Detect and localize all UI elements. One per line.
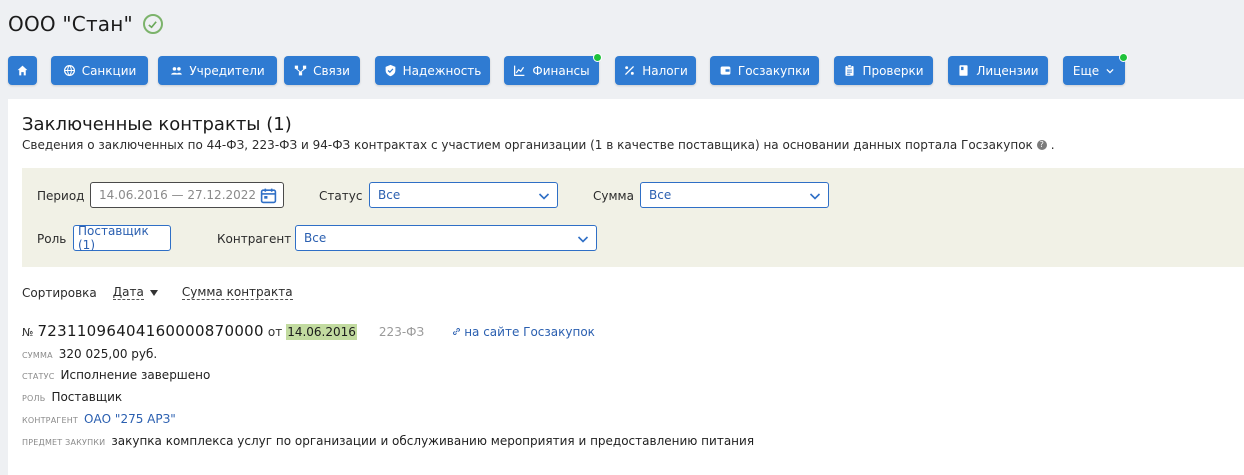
contract-header: № 72311096404160000870000 от 14.06.2016 …	[22, 322, 595, 340]
goszakupki-link[interactable]: на сайте Госзакупок	[452, 325, 595, 339]
nav-more-button[interactable]: Еще	[1063, 53, 1128, 85]
nav-founders-button[interactable]: Учредители	[158, 56, 277, 85]
role-chip[interactable]: Поставщик (1)	[73, 224, 171, 252]
nav-label: Надежность	[402, 63, 482, 78]
contract-sum: 320 025,00 руб.	[58, 347, 158, 361]
counterparty-select[interactable]: Все	[295, 225, 597, 251]
nav-links-button[interactable]: Связи	[284, 56, 360, 85]
status-label: Статус	[319, 189, 363, 203]
nav-label: Налоги	[642, 63, 688, 78]
nav-label: Еще	[1072, 63, 1100, 78]
network-icon	[294, 65, 307, 76]
period-date-range[interactable]: 14.06.2016 — 27.12.2022	[90, 182, 284, 208]
users-icon	[171, 67, 183, 75]
chevron-down-icon	[809, 193, 821, 200]
nav-label: Санкции	[81, 63, 137, 78]
nav-licenses-button[interactable]: Лицензии	[948, 56, 1048, 85]
contract-role: Поставщик	[51, 390, 123, 404]
date-prefix: от	[267, 325, 283, 339]
notification-dot	[1119, 53, 1128, 62]
nav-finance-button[interactable]: Финансы	[504, 53, 602, 85]
section-description: Сведения о заключенных по 44-ФЗ, 223-ФЗ …	[22, 138, 1055, 152]
nav-label: Связи	[313, 63, 350, 78]
contract-law: 223-ФЗ	[378, 325, 425, 339]
chevron-down-icon	[538, 193, 550, 200]
nav-label: Финансы	[532, 63, 590, 78]
nav-procurement-button[interactable]: Госзакупки	[710, 56, 819, 85]
percent-icon	[625, 65, 635, 76]
counterparty-label: Контрагент	[217, 232, 292, 246]
period-value: 14.06.2016 — 27.12.2022	[99, 188, 257, 202]
counterparty-row-label: контрагент	[22, 416, 79, 425]
nav-sanctions-button[interactable]: Санкции	[51, 56, 148, 85]
contract-role-row: роль Поставщик	[22, 390, 122, 404]
role-value: Поставщик (1)	[78, 224, 149, 252]
chevron-down-icon	[577, 236, 589, 243]
sort-label: Сортировка	[22, 285, 97, 300]
globe-icon	[63, 65, 75, 77]
contract-date: 14.06.2016	[286, 324, 357, 340]
help-icon[interactable]: ?	[1036, 140, 1047, 150]
sort-by-date[interactable]: Дата	[112, 285, 144, 300]
contract-subject: закупка комплекса услуг по организации и…	[111, 434, 755, 448]
document-icon	[959, 65, 968, 76]
contract-counterparty-row: контрагент ОАО "275 АРЗ"	[22, 412, 176, 426]
contract-item: № 72311096404160000870000 от 14.06.2016 …	[22, 322, 754, 448]
sum-value: Все	[649, 188, 672, 202]
page-title: Заключенные контракты (1)	[22, 114, 292, 135]
link-icon	[453, 328, 461, 335]
sum-row-label: сумма	[22, 351, 53, 360]
status-row-label: статус	[22, 372, 55, 381]
sort-bar: Сортировка Дата Сумма контракта	[22, 285, 293, 300]
sum-select[interactable]: Все	[640, 182, 829, 208]
status-value: Все	[378, 188, 401, 202]
role-row-label: роль	[22, 394, 46, 403]
filters-panel: Период 14.06.2016 — 27.12.2022 Статус Вс…	[22, 168, 1244, 267]
contract-sum-row: сумма 320 025,00 руб.	[22, 347, 157, 361]
number-prefix: №	[22, 326, 34, 339]
goszakupki-link-text: на сайте Госзакупок	[464, 324, 595, 339]
nav-home-button[interactable]	[8, 56, 37, 85]
clipboard-icon	[845, 64, 854, 76]
nav-label: Проверки	[862, 63, 924, 78]
home-icon	[17, 65, 28, 76]
nav-reliability-button[interactable]: Надежность	[375, 56, 490, 85]
nav-inspections-button[interactable]: Проверки	[834, 56, 933, 85]
description-text: Сведения о заключенных по 44-ФЗ, 223-ФЗ …	[22, 138, 1033, 152]
counterparty-value: Все	[304, 231, 327, 245]
sort-by-sum[interactable]: Сумма контракта	[181, 285, 293, 300]
status-select[interactable]: Все	[369, 182, 558, 208]
contract-status: Исполнение завершено	[60, 368, 211, 382]
company-name: ООО "Стан"	[8, 12, 133, 36]
calendar-icon[interactable]	[260, 187, 277, 204]
sort-desc-icon[interactable]	[149, 289, 158, 296]
description-end: .	[1050, 138, 1055, 152]
nav-label: Госзакупки	[737, 63, 811, 78]
nav-taxes-button[interactable]: Налоги	[615, 56, 696, 85]
period-label: Период	[37, 189, 85, 203]
wallet-icon	[720, 66, 731, 75]
contract-status-row: статус Исполнение завершено	[22, 368, 210, 382]
nav-label: Лицензии	[976, 63, 1039, 78]
company-header: ООО "Стан"	[8, 12, 163, 36]
contract-number[interactable]: 72311096404160000870000	[37, 322, 263, 340]
verified-check-icon	[142, 14, 163, 34]
nav-label: Учредители	[189, 63, 265, 78]
subject-row-label: предмет закупки	[22, 438, 106, 447]
contract-counterparty[interactable]: ОАО "275 АРЗ"	[84, 412, 176, 426]
role-label: Роль	[37, 232, 67, 246]
notification-dot	[593, 53, 602, 62]
contract-subject-row: предмет закупки закупка комплекса услуг …	[22, 434, 754, 448]
sum-label: Сумма	[593, 189, 634, 203]
contracts-panel: Заключенные контракты (1) Сведения о зак…	[8, 99, 1244, 475]
shield-icon	[385, 64, 396, 77]
chart-icon	[514, 65, 525, 76]
chevron-down-icon	[1106, 68, 1114, 73]
